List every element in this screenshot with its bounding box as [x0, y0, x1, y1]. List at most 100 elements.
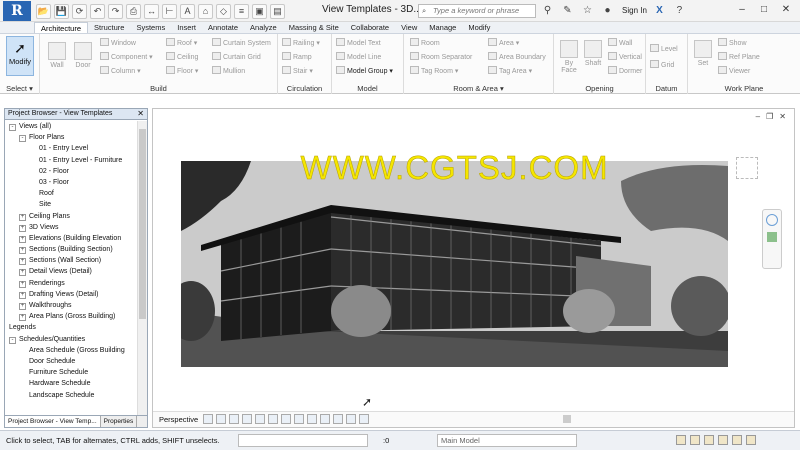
- roof-button[interactable]: Roof ▾: [166, 38, 197, 47]
- modify-button[interactable]: ➚ Modify: [6, 36, 34, 76]
- close-view-icon[interactable]: ✕: [779, 112, 786, 121]
- tree-item[interactable]: Roof: [5, 188, 137, 199]
- save-icon[interactable]: 💾: [54, 3, 69, 19]
- tab-systems[interactable]: Systems: [130, 22, 171, 33]
- drawing-view[interactable]: – ❐ ✕ WWW.CGTSJ.COM ➚ Perspective: [152, 108, 795, 428]
- tab-view[interactable]: View: [395, 22, 423, 33]
- search-input[interactable]: ⌕ Type a keyword or phrase: [418, 4, 536, 18]
- workset-selector[interactable]: [238, 434, 368, 447]
- tag-area-button[interactable]: Tag Area ▾: [488, 66, 532, 75]
- lock-3d-view-icon[interactable]: [294, 414, 304, 424]
- area-button[interactable]: Area ▾: [488, 38, 519, 47]
- redo-icon[interactable]: ↷: [108, 3, 123, 19]
- room-separator-button[interactable]: Room Separator: [410, 52, 472, 61]
- binoculars-icon[interactable]: ⚲: [540, 3, 555, 18]
- door-button[interactable]: Door: [72, 42, 94, 69]
- select-underlay-icon[interactable]: [690, 435, 700, 445]
- user-icon[interactable]: ●: [600, 3, 615, 18]
- mullion-button[interactable]: Mullion: [212, 66, 245, 75]
- render-dialog-icon[interactable]: [255, 414, 265, 424]
- crop-view-icon[interactable]: [268, 414, 278, 424]
- expand-icon[interactable]: +: [19, 314, 26, 322]
- room-button[interactable]: Room: [410, 38, 440, 47]
- thin-lines-icon[interactable]: ≡: [234, 3, 249, 19]
- expand-icon[interactable]: +: [19, 224, 26, 232]
- tree-item[interactable]: + Detail Views (Detail): [5, 266, 137, 277]
- viewer-button[interactable]: Viewer: [718, 66, 750, 75]
- text-icon[interactable]: A: [180, 3, 195, 19]
- curtain-grid-button[interactable]: Curtain Grid: [212, 52, 261, 61]
- tree-item[interactable]: - Schedules/Quantities: [5, 334, 137, 345]
- analytical-model-icon[interactable]: [346, 414, 356, 424]
- tree-item[interactable]: Hardware Schedule: [5, 378, 137, 389]
- help-icon[interactable]: ?: [672, 3, 687, 18]
- scrollbar-thumb[interactable]: [139, 129, 146, 319]
- set-button[interactable]: Set: [692, 40, 714, 67]
- component-button[interactable]: Component ▾: [100, 52, 153, 61]
- shadows-icon[interactable]: [242, 414, 252, 424]
- reveal-hidden-icon[interactable]: [320, 414, 330, 424]
- ramp-button[interactable]: Ramp: [282, 52, 312, 61]
- tree-item[interactable]: + Ceiling Plans: [5, 211, 137, 222]
- tab-annotate[interactable]: Annotate: [202, 22, 244, 33]
- area-boundary-button[interactable]: Area Boundary: [488, 52, 546, 61]
- by-face-button[interactable]: By Face: [558, 40, 580, 74]
- tree-item[interactable]: Legends: [5, 322, 137, 333]
- show-crop-region-icon[interactable]: [281, 414, 291, 424]
- column-button[interactable]: Column ▾: [100, 66, 141, 75]
- zoom-icon[interactable]: [767, 232, 777, 242]
- tab-insert[interactable]: Insert: [171, 22, 202, 33]
- model-text-button[interactable]: Model Text: [336, 38, 381, 47]
- maximize-icon[interactable]: □: [754, 3, 774, 18]
- tree-item[interactable]: + Area Plans (Gross Building): [5, 311, 137, 322]
- section-icon[interactable]: ◇: [216, 3, 231, 19]
- tab-project-browser[interactable]: Project Browser - View Temp...: [5, 416, 101, 427]
- tree-item[interactable]: + Renderings: [5, 278, 137, 289]
- dormer-button[interactable]: Dormer: [608, 66, 642, 75]
- tree-item[interactable]: 03 - Floor: [5, 177, 137, 188]
- minimize-view-icon[interactable]: –: [756, 112, 760, 121]
- tab-modify[interactable]: Modify: [462, 22, 496, 33]
- close-icon[interactable]: ✕: [776, 3, 796, 18]
- tree-item[interactable]: 01 - Entry Level - Furniture: [5, 155, 137, 166]
- ceiling-button[interactable]: Ceiling: [166, 52, 198, 61]
- close-icon[interactable]: ✕: [137, 109, 144, 119]
- tree-item[interactable]: + Elevations (Building Elevation: [5, 233, 137, 244]
- level-button[interactable]: Level: [650, 44, 678, 53]
- tree-item[interactable]: + Drafting Views (Detail): [5, 289, 137, 300]
- tree-item[interactable]: + Sections (Building Section): [5, 244, 137, 255]
- collapse-icon[interactable]: -: [9, 124, 16, 131]
- stair-button[interactable]: Stair ▾: [282, 66, 313, 75]
- app-menu-button[interactable]: R: [3, 1, 31, 21]
- floor-button[interactable]: Floor ▾: [166, 66, 198, 75]
- grid-button[interactable]: Grid: [650, 60, 674, 69]
- filter-icon[interactable]: [746, 435, 756, 445]
- expand-icon[interactable]: +: [19, 280, 26, 288]
- close-hidden-icon[interactable]: ▣: [252, 3, 267, 19]
- tree-item[interactable]: - Views (all): [5, 121, 137, 132]
- print-icon[interactable]: ⎙: [126, 3, 141, 19]
- railing-button[interactable]: Railing ▾: [282, 38, 320, 47]
- subscription-icon[interactable]: ✎: [560, 3, 575, 18]
- tab-structure[interactable]: Structure: [88, 22, 130, 33]
- temporary-hide-icon[interactable]: [307, 414, 317, 424]
- favorites-star-icon[interactable]: ☆: [580, 3, 595, 18]
- collapse-icon[interactable]: -: [9, 336, 16, 344]
- viewcube[interactable]: [736, 157, 758, 179]
- tree-item[interactable]: + Sections (Wall Section): [5, 255, 137, 266]
- tag-room-button[interactable]: Tag Room ▾: [410, 66, 458, 75]
- undo-icon[interactable]: ↶: [90, 3, 105, 19]
- expand-icon[interactable]: +: [19, 213, 26, 221]
- design-option-selector[interactable]: Main Model: [437, 434, 577, 447]
- tree-item[interactable]: Door Schedule: [5, 356, 137, 367]
- horizontal-scrollbar-thumb[interactable]: [563, 415, 571, 423]
- sync-icon[interactable]: ⟳: [72, 3, 87, 19]
- tree-item[interactable]: +3D Views: [5, 222, 137, 233]
- switch-windows-icon[interactable]: ▤: [270, 3, 285, 19]
- collapse-icon[interactable]: -: [19, 135, 26, 143]
- room-area-dropdown[interactable]: Room & Area ▾: [404, 84, 553, 93]
- expand-icon[interactable]: +: [19, 235, 26, 243]
- expand-icon[interactable]: +: [19, 247, 26, 255]
- tree-item[interactable]: Landscape Schedule: [5, 390, 137, 401]
- expand-icon[interactable]: +: [19, 269, 26, 277]
